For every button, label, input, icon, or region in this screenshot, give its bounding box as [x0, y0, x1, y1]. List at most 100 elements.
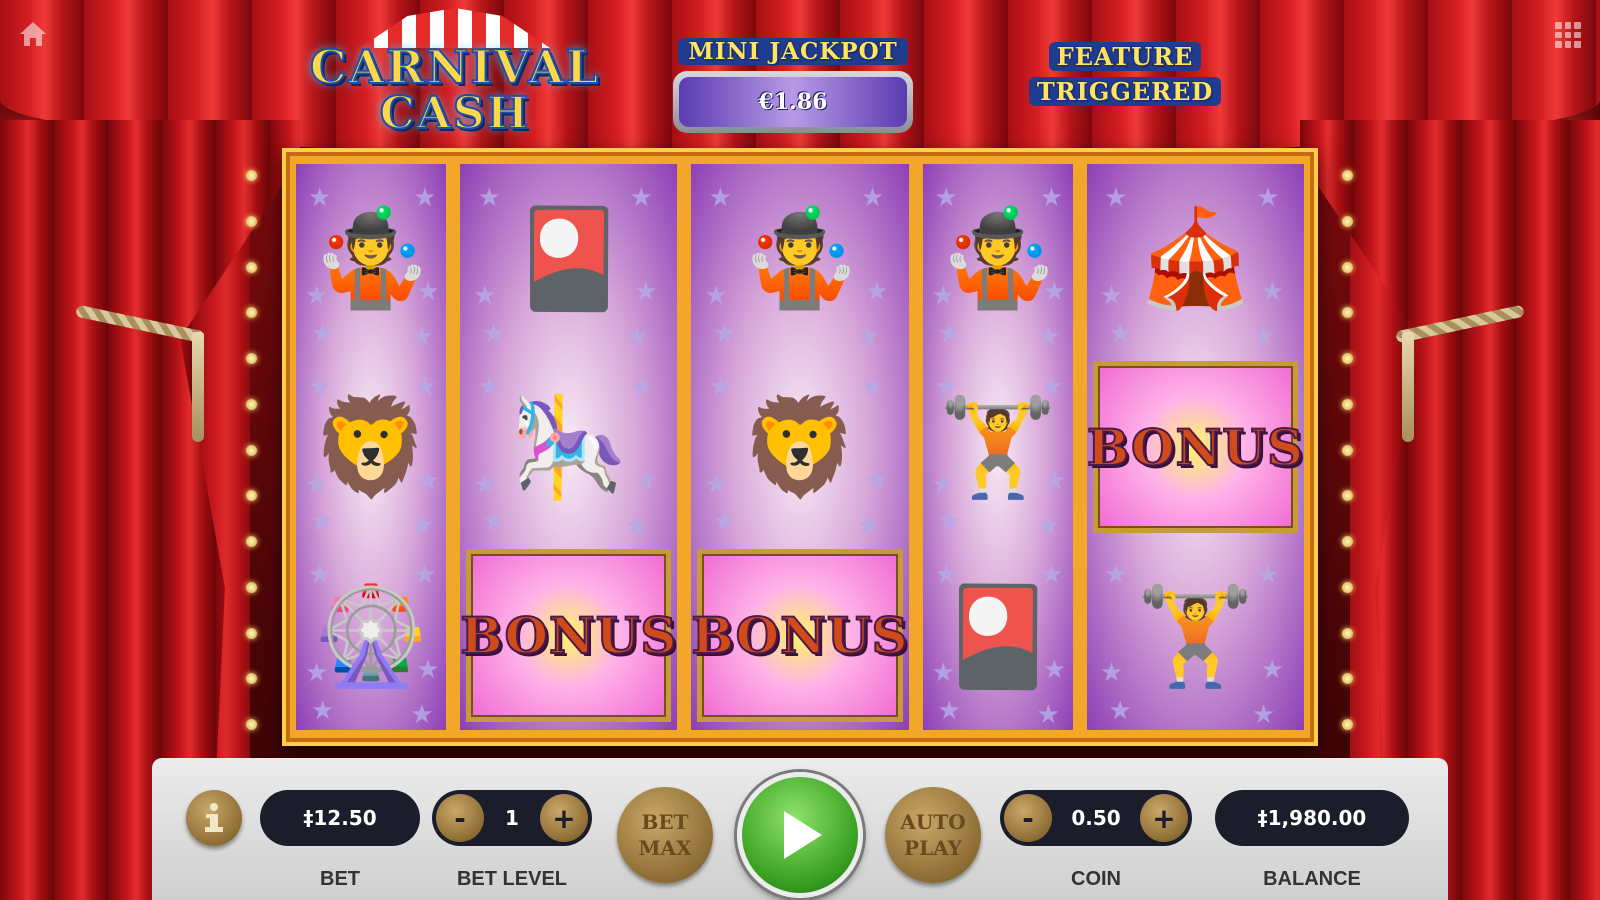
star-icon: ★ — [1039, 560, 1064, 591]
star-icon: ★ — [1104, 560, 1128, 591]
star-icon: ★ — [413, 560, 437, 591]
logo-line-2: CASH — [379, 87, 531, 140]
star-icon: ★ — [1108, 318, 1132, 349]
star-icon: ★ — [308, 371, 332, 402]
star-icon: ★ — [1260, 277, 1284, 308]
star-icon: ★ — [1036, 322, 1061, 353]
star-icon: ★ — [1251, 699, 1276, 730]
star-icon: ★ — [931, 658, 955, 689]
star-icon: ★ — [1036, 699, 1061, 730]
logo-line-1: CARNIVAL — [309, 39, 601, 95]
feature-line-1: FEATURE — [1048, 42, 1202, 71]
reel-3-symbol-2: ★ ★ ★ ★ ★ ★ 🦁 — [691, 353, 908, 542]
star-icon: ★ — [311, 318, 335, 349]
star-icon: ★ — [708, 371, 733, 402]
star-icon: ★ — [1036, 511, 1061, 542]
coin-plus-button[interactable]: + — [1139, 794, 1188, 842]
star-icon: ★ — [416, 277, 440, 308]
star-icon: ★ — [934, 182, 958, 213]
grid-menu-icon[interactable] — [1555, 22, 1581, 48]
star-icon: ★ — [308, 182, 332, 213]
star-icon: ★ — [713, 507, 737, 538]
star-icon: ★ — [633, 277, 658, 308]
reel-4-symbol-3: ★ ★ ★ ★ ★ ★ 🎴 — [923, 541, 1073, 730]
star-icon: ★ — [1042, 277, 1067, 308]
coin-minus-button[interactable]: - — [1004, 794, 1052, 842]
star-icon: ★ — [934, 560, 958, 591]
star-icon: ★ — [1256, 182, 1280, 213]
poster-card-icon: 🎴 — [509, 202, 629, 315]
bet-max-button[interactable]: BET MAX — [617, 787, 713, 883]
star-icon: ★ — [410, 511, 434, 542]
reel-2-symbol-1: ★ ★ ★ ★ ★ ★ 🎴 — [460, 164, 677, 353]
star-icon: ★ — [410, 699, 434, 730]
reel-1: ★ ★ ★ ★ ★ ★ 🤹 ★ ★ ★ ★ ★ ★ 🦁 ★ ★ ★ ★ ★ ★ 🎡 — [296, 164, 447, 730]
reel-4: ★ ★ ★ ★ ★ ★ 🤹 ★ ★ ★ ★ ★ ★ 🏋 ★ ★ ★ ★ ★ ★ 🎴 — [922, 164, 1073, 730]
star-icon: ★ — [416, 654, 440, 685]
star-icon: ★ — [629, 371, 653, 402]
star-icon: ★ — [633, 465, 658, 496]
star-icon: ★ — [865, 465, 889, 496]
star-icon: ★ — [1039, 182, 1064, 213]
star-icon: ★ — [704, 469, 728, 500]
star-icon: ★ — [305, 280, 329, 311]
jackpot-display: €1.86 — [673, 71, 913, 133]
star-icon: ★ — [865, 277, 889, 308]
star-icon: ★ — [413, 371, 437, 402]
star-icon: ★ — [413, 182, 437, 213]
star-icon: ★ — [1099, 280, 1124, 311]
info-button[interactable] — [186, 790, 242, 846]
star-icon: ★ — [856, 511, 880, 542]
star-icon: ★ — [937, 318, 961, 349]
bet-level-value: 1 — [505, 806, 519, 830]
bet-label: BET — [320, 868, 360, 890]
play-icon — [784, 811, 822, 859]
star-icon: ★ — [305, 658, 329, 689]
reel-2-symbol-2: ★ ★ ★ ★ ★ ★ 🎠 — [460, 353, 677, 542]
bonus-symbol-label: BONUS — [1086, 417, 1305, 478]
star-icon: ★ — [708, 182, 733, 213]
right-tassel — [1402, 332, 1414, 442]
bet-display: ‡12.50 — [260, 790, 420, 846]
star-icon: ★ — [1099, 658, 1124, 689]
star-icon: ★ — [311, 696, 335, 727]
home-icon[interactable] — [18, 20, 48, 48]
star-icon: ★ — [481, 507, 506, 538]
star-icon: ★ — [704, 280, 728, 311]
star-icon: ★ — [934, 371, 958, 402]
auto-play-line-2: PLAY — [904, 836, 962, 860]
reel-1-symbol-2: ★ ★ ★ ★ ★ ★ 🦁 — [296, 353, 446, 542]
feature-triggered-banner: FEATURE TRIGGERED — [1010, 42, 1240, 112]
star-icon: ★ — [1251, 322, 1276, 353]
right-marquee-lights — [1342, 170, 1354, 730]
reel-1-symbol-3: ★ ★ ★ ★ ★ ★ 🎡 — [296, 541, 446, 730]
reel-grid: ★★★★★★🤹★★★★★★🦁★★★★★★🎡★★★★★★🎴★★★★★★🎠★★★★★… — [282, 148, 1318, 746]
jackpot-value: €1.86 — [679, 77, 907, 127]
auto-play-button[interactable]: AUTO PLAY — [885, 787, 981, 883]
star-icon: ★ — [1256, 560, 1280, 591]
star-icon: ★ — [473, 469, 497, 500]
star-icon: ★ — [931, 469, 955, 500]
reel-1-symbol-1: ★ ★ ★ ★ ★ ★ 🤹 — [296, 164, 446, 353]
strongman-icon: 🤹 — [740, 202, 860, 315]
star-icon: ★ — [1042, 465, 1067, 496]
reel-3: ★★★★★★🤹★★★★★★🦁★★★★★★BONUS — [690, 164, 909, 730]
reel-4-symbol-1: ★ ★ ★ ★ ★ ★ 🤹 — [923, 164, 1073, 353]
star-icon: ★ — [410, 322, 434, 353]
auto-play-line-1: AUTO — [900, 810, 966, 834]
bet-level-stepper: - 1 + — [432, 790, 592, 846]
bet-max-line-1: BET — [641, 810, 689, 834]
star-icon: ★ — [1104, 182, 1128, 213]
spin-button[interactable] — [737, 772, 863, 898]
bonus-symbol-label: BONUS — [690, 605, 909, 666]
bet-level-plus-button[interactable]: + — [539, 794, 588, 842]
coin-label: COIN — [1071, 868, 1121, 890]
reel-4-symbol-2: ★ ★ ★ ★ ★ ★ 🏋 — [923, 353, 1073, 542]
bet-level-minus-button[interactable]: - — [436, 794, 484, 842]
star-icon: ★ — [625, 511, 649, 542]
mini-jackpot: MINI JACKPOT €1.86 — [668, 38, 918, 138]
reel-5: ★★★★★★🎪★★★★★★BONUS★★★★★★🏋 — [1086, 164, 1305, 730]
star-icon: ★ — [931, 280, 955, 311]
game-logo: CARNIVAL CASH — [290, 8, 620, 140]
star-icon: ★ — [713, 318, 737, 349]
